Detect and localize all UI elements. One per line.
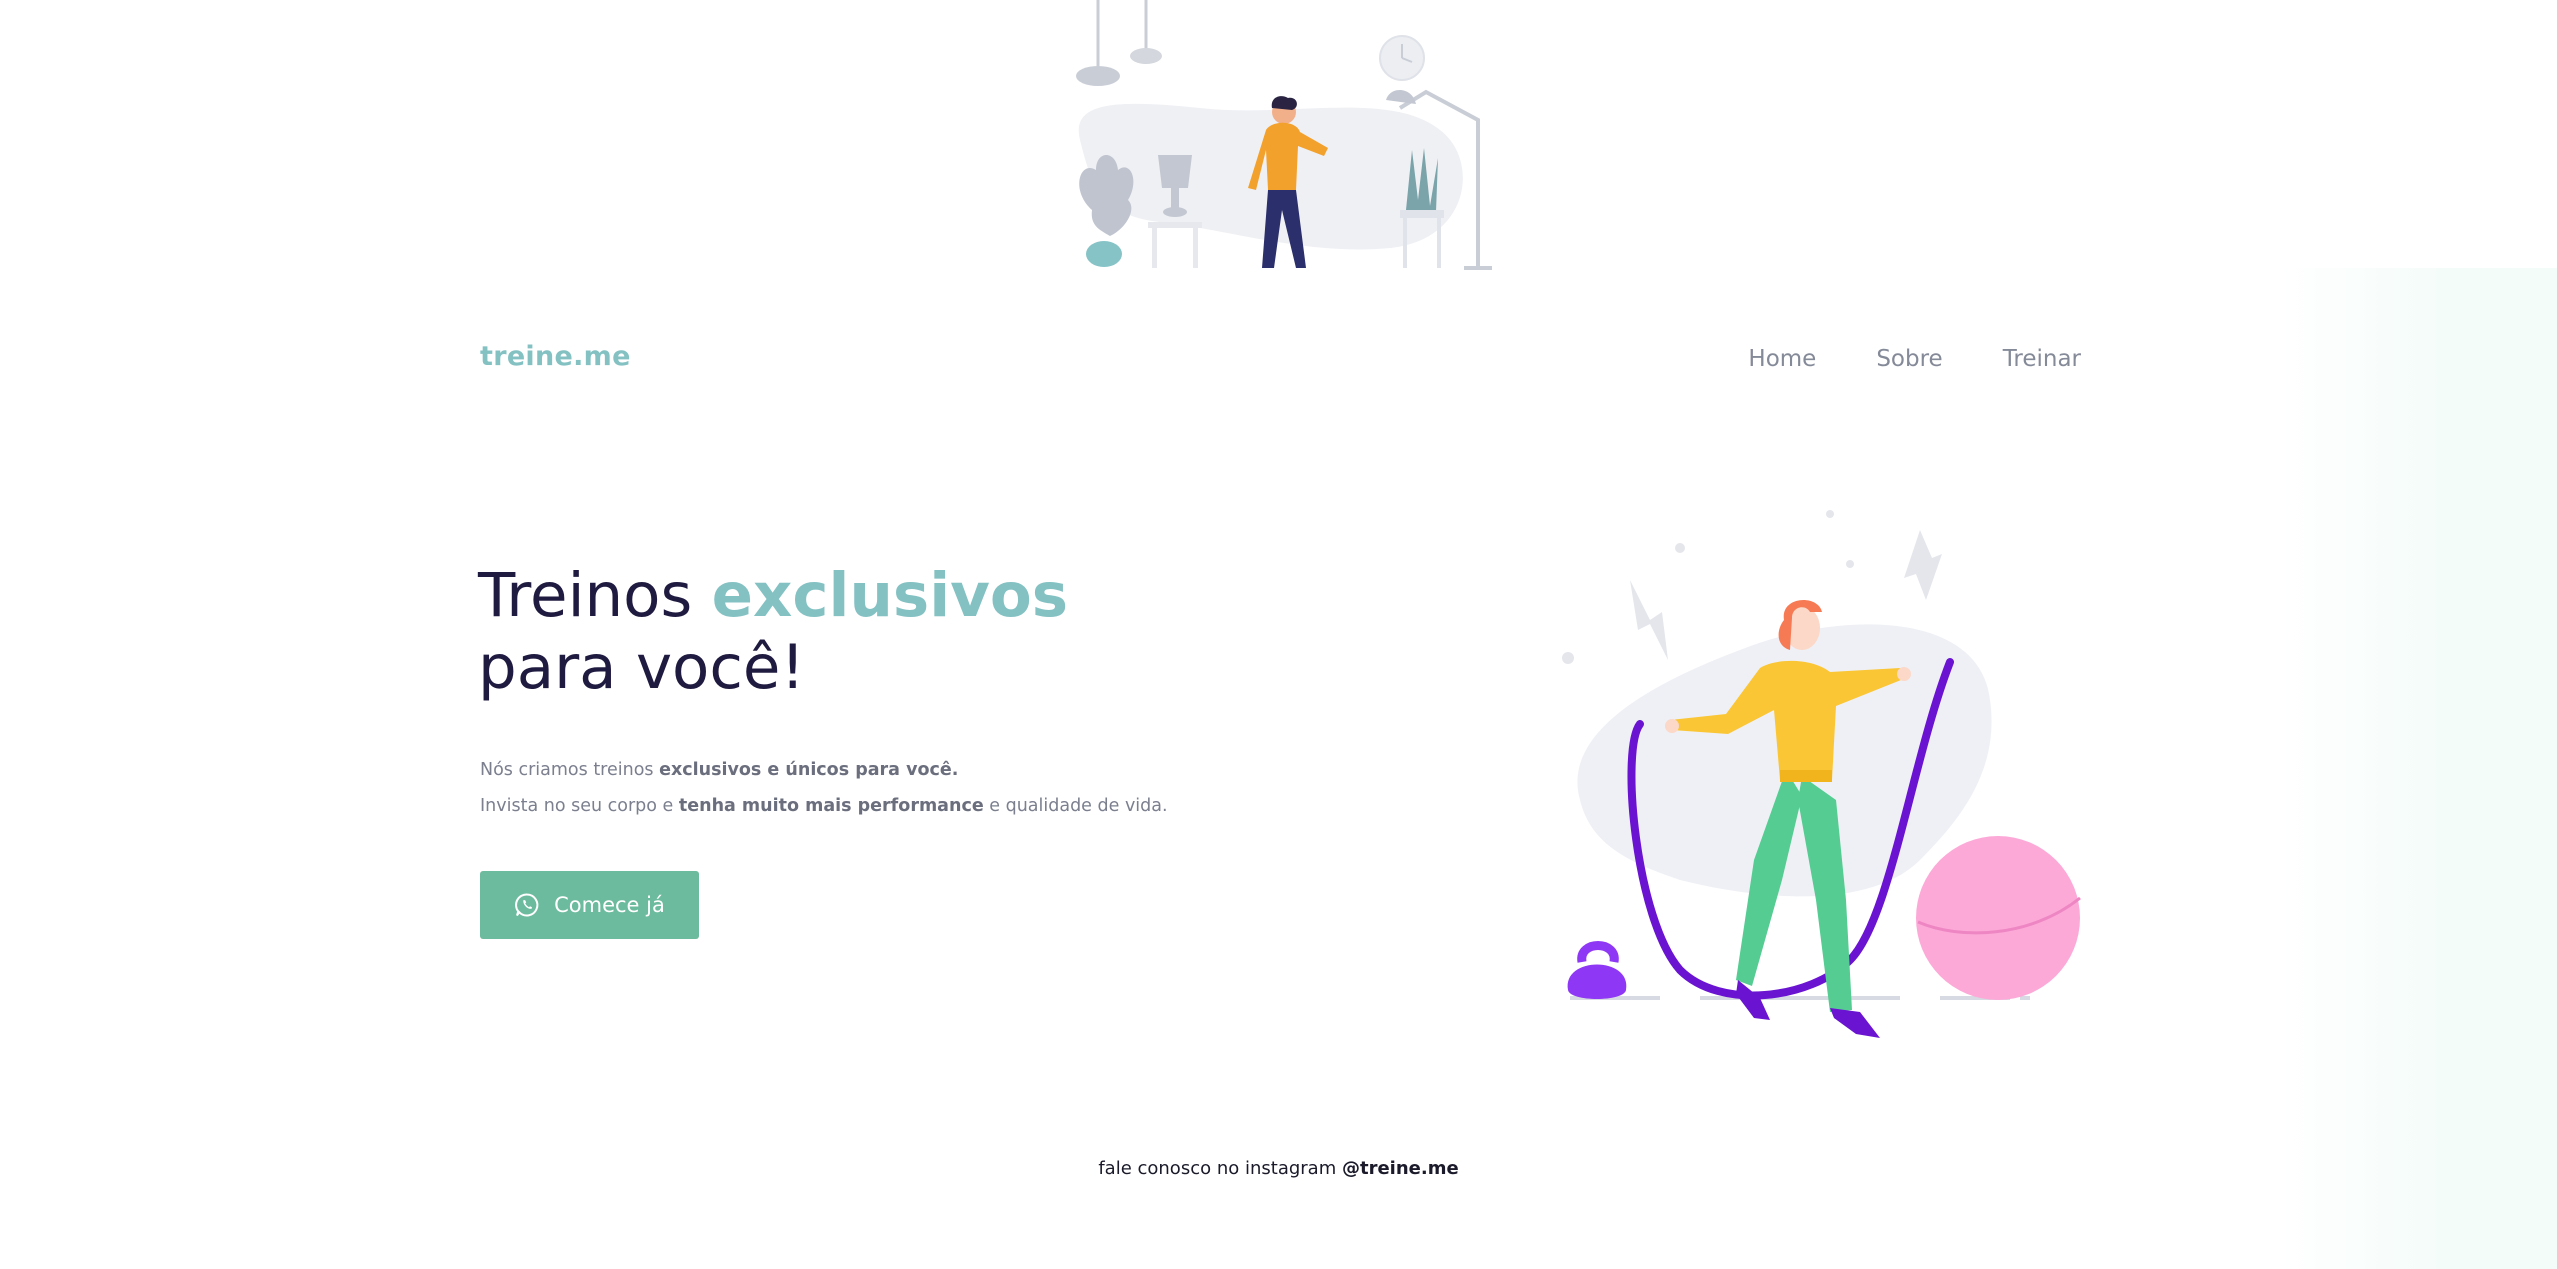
living-room-illustration [1076,0,1492,270]
background-tint [2280,268,2557,1269]
nav-item-sobre[interactable]: Sobre [1876,346,1942,372]
hero-description-line2: Invista no seu corpo e tenha muito mais … [480,788,1168,824]
desc-line1-bold: exclusivos e únicos para você. [659,760,959,780]
desc-line2-suffix: e qualidade de vida. [983,796,1168,816]
nav-item-treinar[interactable]: Treinar [2003,346,2081,372]
desc-line2-bold: tenha muito mais performance [678,796,984,816]
desc-line2-text: Invista no seu corpo e [480,796,679,816]
hero-title-part2: para você! [478,632,805,703]
comece-ja-label: Comece já [554,893,665,917]
hero-title: Treinos exclusivos para você! [478,560,1068,704]
nav-item-home[interactable]: Home [1748,346,1816,372]
comece-ja-button[interactable]: Comece já [480,871,699,939]
hero-description: Nós criamos treinos exclusivos e únicos … [480,752,1168,824]
hero-title-part1: Treinos [478,560,712,631]
footer-instagram: fale conosco no instagram @treine.me [0,1158,2557,1179]
desc-line1-text: Nós criamos treinos [480,760,660,780]
instagram-handle-link[interactable]: @treine.me [1342,1158,1459,1179]
footer-text: fale conosco no instagram [1098,1158,1342,1179]
landing-page: treine.me Home Sobre Treinar Treinos exc… [0,0,2557,1269]
hero-title-accent: exclusivos [711,560,1069,631]
brand-logo[interactable]: treine.me [480,341,631,372]
main-nav: Home Sobre Treinar [1748,346,2081,372]
jump-rope-illustration [1562,510,2081,1038]
whatsapp-icon [515,893,539,917]
hero-description-line1: Nós criamos treinos exclusivos e únicos … [480,752,1168,788]
